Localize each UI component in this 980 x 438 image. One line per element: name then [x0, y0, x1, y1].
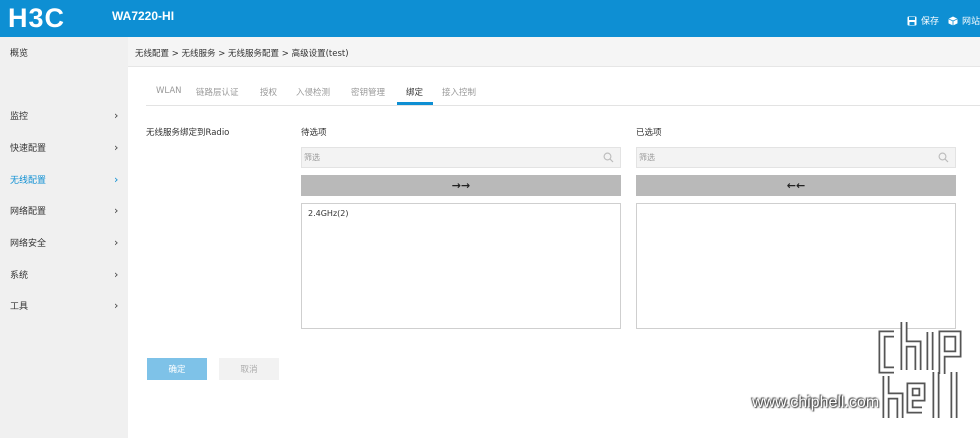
sidebar-item-wireless-config[interactable]: 无线配置 › — [0, 164, 128, 195]
list-item[interactable]: 2.4GHz(2) — [308, 209, 348, 218]
sidebar-item-system[interactable]: 系统 › — [0, 259, 128, 290]
chevron-right-icon: › — [114, 236, 119, 249]
tab-key-management[interactable]: 密钥管理 — [351, 86, 385, 98]
sidebar-item-tools[interactable]: 工具 › — [0, 290, 128, 321]
move-right-button[interactable]: →→ — [301, 175, 621, 196]
breadcrumb-bar: 无线配置 > 无线服务 > 无线服务配置 > 高级设置(test) — [128, 37, 980, 67]
binding-row-label: 无线服务绑定到Radio — [146, 128, 230, 138]
active-tab-indicator — [397, 102, 433, 105]
chevron-right-icon: › — [114, 141, 119, 154]
selected-list[interactable] — [636, 203, 956, 329]
tab-binding[interactable]: 绑定 — [406, 86, 423, 98]
sidebar-item-label: 网络安全 — [10, 239, 47, 249]
available-filter-input[interactable] — [302, 148, 598, 167]
save-button[interactable]: 保存 — [907, 14, 939, 27]
sidebar-item-label: 系统 — [10, 271, 29, 281]
sidebar-item-label: 工具 — [10, 302, 29, 312]
save-icon — [907, 16, 917, 25]
chevron-right-icon: › — [114, 268, 119, 281]
tab-wlan[interactable]: WLAN — [156, 86, 182, 96]
cube-icon — [948, 16, 958, 25]
move-left-button[interactable]: ←← — [636, 175, 956, 196]
sidebar-item-monitor[interactable]: 监控 › — [0, 100, 128, 131]
available-list[interactable]: 2.4GHz(2) — [301, 203, 621, 329]
top-actions: 保存 网站 — [898, 14, 980, 27]
chevron-right-icon: › — [114, 299, 119, 312]
chevron-right-icon: › — [114, 109, 119, 122]
sidebar-item-label: 快速配置 — [10, 144, 47, 154]
available-filter — [301, 147, 621, 168]
sidebar-item-label: 无线配置 — [10, 176, 47, 186]
selected-filter-input[interactable] — [637, 148, 933, 167]
tab-authorization[interactable]: 授权 — [260, 86, 277, 98]
sidebar-item-label: 概览 — [10, 49, 29, 59]
sidebar-item-quick-config[interactable]: 快速配置 › — [0, 132, 128, 163]
sidebar-item-label: 网络配置 — [10, 207, 47, 217]
available-title: 待选项 — [301, 128, 327, 138]
tab-bar: WLAN 链路层认证 授权 入侵检测 密钥管理 绑定 接入控制 — [146, 80, 980, 106]
sidebar: 概览 监控 › 快速配置 › 无线配置 › 网络配置 › 网络安全 › 系统 ›… — [0, 37, 128, 438]
chevron-right-icon: › — [114, 204, 119, 217]
tab-intrusion-detection[interactable]: 入侵检测 — [296, 86, 330, 98]
device-model: WA7220-HI — [112, 9, 175, 23]
ok-button[interactable]: 确定 — [147, 358, 207, 380]
watermark-logo — [878, 322, 962, 418]
search-icon — [938, 152, 949, 163]
chevron-right-icon: › — [114, 173, 119, 186]
watermark-url: www.chiphell.com — [752, 394, 880, 411]
breadcrumb: 无线配置 > 无线服务 > 无线服务配置 > 高级设置(test) — [135, 49, 349, 59]
save-label: 保存 — [920, 17, 939, 27]
search-icon — [603, 152, 614, 163]
sidebar-item-label: 监控 — [10, 112, 29, 122]
cancel-button[interactable]: 取消 — [219, 358, 279, 380]
sidebar-item-network-security[interactable]: 网络安全 › — [0, 227, 128, 258]
tab-access-control[interactable]: 接入控制 — [442, 86, 476, 98]
tab-link-auth[interactable]: 链路层认证 — [196, 86, 239, 98]
brand-logo: H3C — [8, 3, 66, 33]
site-button[interactable]: 网站 — [948, 14, 980, 27]
top-bar: H3C WA7220-HI 保存 网站 — [0, 0, 980, 37]
site-label: 网站 — [961, 17, 980, 27]
selected-filter — [636, 147, 956, 168]
sidebar-item-network-config[interactable]: 网络配置 › — [0, 195, 128, 226]
selected-title: 已选项 — [636, 128, 662, 138]
sidebar-item-overview[interactable]: 概览 — [0, 37, 128, 68]
